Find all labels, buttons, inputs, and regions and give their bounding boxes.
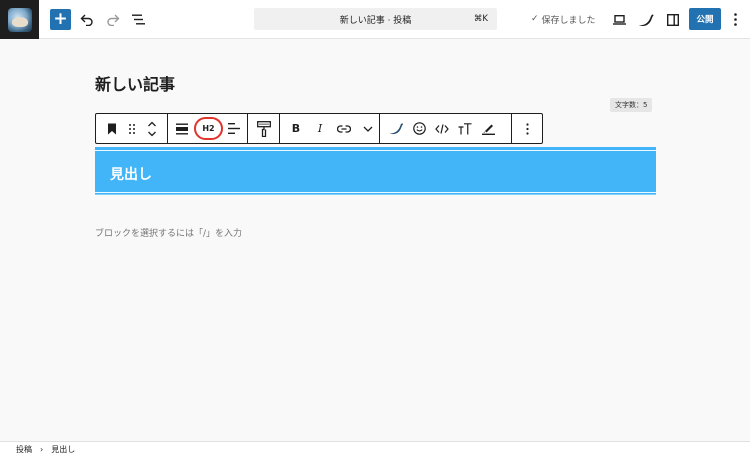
save-status: ✓ 保存しました	[531, 8, 596, 30]
heading-block[interactable]: 見出し	[95, 147, 656, 194]
check-icon: ✓	[531, 14, 539, 24]
drag-handle-icon	[129, 123, 135, 134]
inline-code-button[interactable]	[432, 118, 452, 139]
align-full-icon	[176, 123, 188, 134]
document-title: 新しい記事 · 投稿	[339, 15, 412, 26]
block-options-button[interactable]	[517, 118, 537, 139]
breadcrumb-separator: ›	[40, 444, 44, 454]
preview-button[interactable]	[610, 8, 628, 31]
heading-text[interactable]: 見出し	[110, 164, 152, 184]
options-menu-button[interactable]	[728, 8, 742, 31]
text-align-button[interactable]	[224, 118, 244, 139]
bookmark-icon	[108, 123, 116, 134]
bold-icon: B	[291, 122, 301, 135]
shortcut-hint: ⌘K	[473, 14, 488, 24]
alignment-button[interactable]	[172, 118, 192, 139]
chevron-down-icon	[363, 126, 373, 132]
plugin-format-button[interactable]	[386, 118, 406, 139]
list-view-icon	[132, 14, 145, 25]
settings-sidebar-button[interactable]	[664, 8, 682, 31]
chevron-up-down-icon	[148, 121, 156, 136]
document-overview-button[interactable]	[130, 8, 148, 31]
block-appender-placeholder[interactable]: ブロックを選択するには「/」を入力	[95, 226, 242, 239]
highlight-button[interactable]	[478, 118, 498, 139]
italic-button[interactable]: I	[310, 118, 330, 139]
post-title[interactable]: 新しい記事	[95, 71, 175, 95]
breadcrumb-item-heading[interactable]: 見出し	[51, 444, 75, 455]
redo-icon	[107, 14, 120, 26]
sidebar-icon	[667, 13, 679, 26]
plugin-logo-icon	[639, 14, 654, 26]
link-icon	[337, 124, 351, 133]
site-logo-icon	[7, 7, 32, 32]
undo-button[interactable]	[78, 8, 96, 31]
site-icon-button[interactable]	[0, 0, 39, 39]
more-vertical-icon	[525, 122, 529, 135]
align-left-icon	[228, 123, 240, 134]
add-block-button[interactable]: +	[50, 9, 71, 30]
publish-button[interactable]: 公開	[689, 8, 721, 30]
breadcrumb-item-post[interactable]: 投稿	[16, 444, 32, 455]
code-icon	[435, 123, 449, 134]
style-button[interactable]	[254, 118, 274, 139]
toolbar-group-extras	[380, 114, 512, 143]
heading-level-button[interactable]: H2	[194, 117, 223, 140]
paint-roller-icon	[257, 120, 271, 137]
block-type-button[interactable]	[102, 118, 122, 139]
undo-icon	[80, 14, 93, 26]
plugin-button[interactable]	[637, 8, 655, 31]
emoji-icon	[412, 122, 426, 135]
redo-button[interactable]	[104, 8, 122, 31]
editor-header: + 新しい記事 · 投稿 ⌘K ✓ 保存しました 公開	[0, 0, 750, 39]
toolbar-group-options	[512, 114, 542, 143]
breadcrumb: 投稿 › 見出し	[0, 441, 750, 456]
block-toolbar: H2 B I	[95, 113, 543, 144]
laptop-icon	[612, 14, 626, 25]
move-up-down-button[interactable]	[142, 118, 162, 139]
marker-icon	[481, 124, 495, 135]
toolbar-group-block	[96, 114, 168, 143]
more-formats-button[interactable]	[358, 118, 378, 139]
drag-handle[interactable]	[122, 118, 142, 139]
toolbar-group-style	[248, 114, 280, 143]
save-status-label: 保存しました	[541, 15, 596, 26]
toolbar-group-format: B I	[280, 114, 380, 143]
plugin-logo-icon	[389, 123, 403, 135]
command-palette-bar[interactable]: 新しい記事 · 投稿 ⌘K	[254, 8, 497, 30]
text-size-icon	[458, 122, 472, 134]
word-count-badge: 文字数：5	[610, 98, 653, 112]
heading-divider	[95, 194, 656, 195]
bold-button[interactable]: B	[286, 118, 306, 139]
font-size-button[interactable]	[455, 118, 475, 139]
toolbar-group-heading: H2	[168, 114, 248, 143]
link-button[interactable]	[334, 118, 354, 139]
emoji-button[interactable]	[409, 118, 429, 139]
more-vertical-icon	[733, 13, 737, 26]
italic-icon: I	[317, 122, 323, 135]
